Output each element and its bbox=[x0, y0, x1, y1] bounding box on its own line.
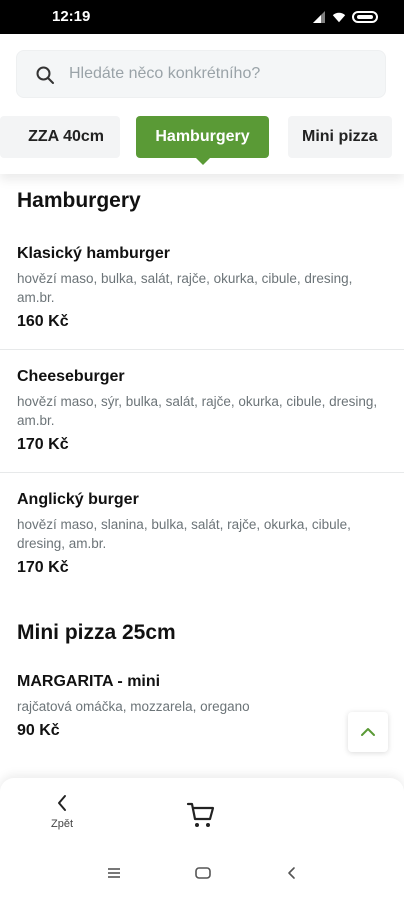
active-tab-pointer bbox=[196, 158, 210, 165]
menu-item[interactable]: Anglický burger hovězí maso, slanina, bu… bbox=[0, 473, 404, 595]
item-description: hovězí maso, slanina, bulka, salát, rajč… bbox=[17, 517, 351, 551]
home-icon[interactable] bbox=[194, 866, 212, 880]
menu-item[interactable]: MARGARITA - mini rajčatová omáčka, mozza… bbox=[0, 649, 404, 758]
signal-icon bbox=[313, 11, 325, 23]
item-name: MARGARITA - mini bbox=[17, 673, 161, 690]
status-icons bbox=[312, 10, 378, 24]
system-nav-bar bbox=[0, 850, 404, 900]
wifi-icon bbox=[332, 12, 346, 23]
chevron-up-icon bbox=[361, 728, 375, 736]
status-time: 12:19 bbox=[52, 8, 91, 25]
status-bar: 12:19 bbox=[0, 0, 404, 34]
item-name: Cheeseburger bbox=[17, 368, 125, 385]
chevron-left-icon bbox=[58, 795, 66, 811]
item-description: rajčatová omáčka, mozzarela, oregano bbox=[17, 699, 250, 714]
tab-hamburgery[interactable]: Hamburgery bbox=[136, 116, 269, 158]
cart-icon bbox=[186, 802, 215, 827]
cart-button[interactable] bbox=[186, 800, 220, 834]
tab-label: Hamburgery bbox=[155, 128, 250, 145]
search-box[interactable] bbox=[16, 50, 386, 98]
item-description: hovězí maso, bulka, salát, rajče, okurka… bbox=[17, 271, 353, 305]
search-input[interactable] bbox=[69, 51, 369, 97]
menu-icon[interactable] bbox=[106, 866, 122, 880]
menu-item[interactable]: Cheeseburger hovězí maso, sýr, bulka, sa… bbox=[0, 350, 404, 473]
back-label: Zpět bbox=[50, 818, 73, 830]
battery-icon bbox=[352, 11, 378, 23]
menu-list[interactable]: Hamburgery Klasický hamburger hovězí mas… bbox=[0, 174, 404, 778]
tab-label: ZZA 40cm bbox=[28, 128, 104, 145]
tab-mini-pizza[interactable]: Mini pizza bbox=[288, 116, 392, 158]
search-icon bbox=[36, 66, 54, 84]
tab-label: Mini pizza bbox=[302, 128, 378, 145]
header: ZZA 40cm Hamburgery Mini pizza bbox=[0, 34, 404, 174]
bottom-bar: Zpět bbox=[0, 778, 404, 850]
category-tabs: ZZA 40cm Hamburgery Mini pizza bbox=[0, 116, 404, 165]
tab-pizza-40cm[interactable]: ZZA 40cm bbox=[0, 116, 120, 158]
item-price: 170 Kč bbox=[17, 559, 69, 576]
item-price: 90 Kč bbox=[17, 722, 60, 739]
back-button[interactable]: Zpět bbox=[42, 794, 82, 838]
item-price: 160 Kč bbox=[17, 313, 69, 330]
scroll-to-top-button[interactable] bbox=[348, 712, 388, 752]
section-title: Mini pizza 25cm bbox=[17, 621, 176, 644]
item-name: Anglický burger bbox=[17, 491, 139, 508]
item-description: hovězí maso, sýr, bulka, salát, rajče, o… bbox=[17, 394, 378, 428]
menu-item[interactable]: Klasický hamburger hovězí maso, bulka, s… bbox=[0, 205, 404, 350]
item-name: Klasický hamburger bbox=[17, 245, 170, 262]
back-nav-icon[interactable] bbox=[286, 866, 298, 880]
item-price: 170 Kč bbox=[17, 436, 69, 453]
